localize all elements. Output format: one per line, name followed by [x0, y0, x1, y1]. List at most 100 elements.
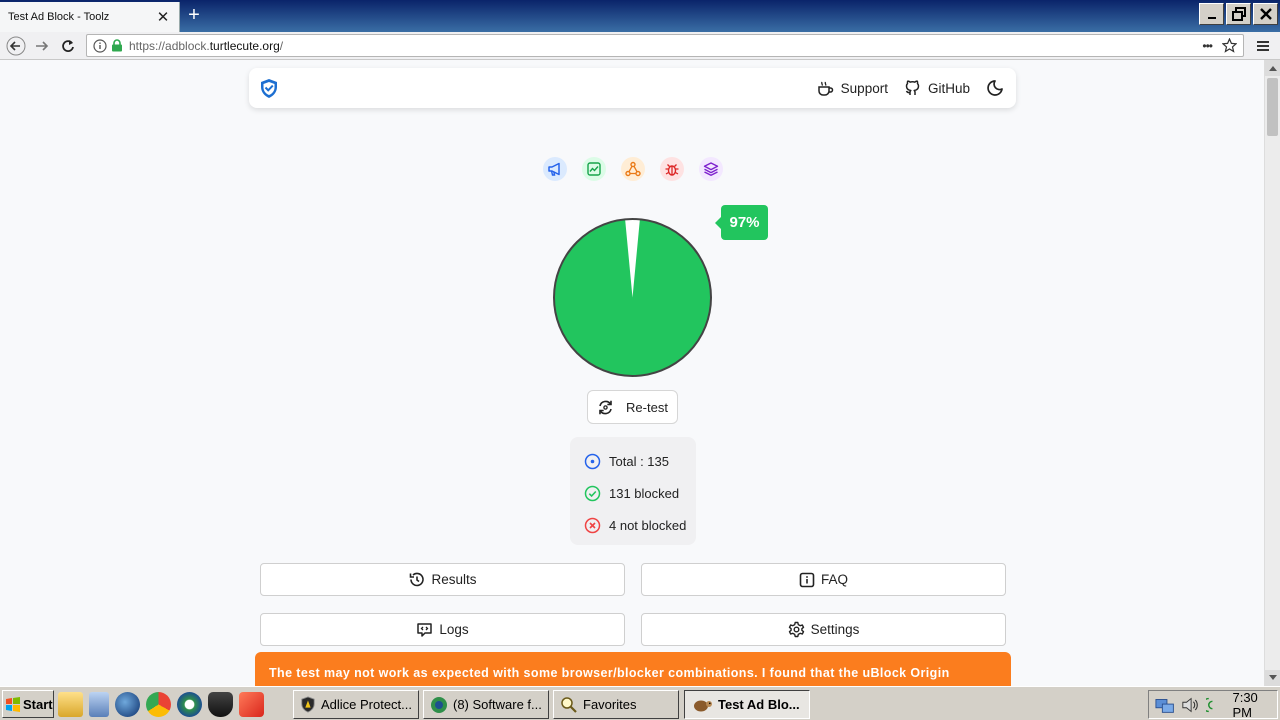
category-mix[interactable] [699, 157, 723, 181]
connection-icon[interactable] [1205, 695, 1219, 715]
chrome-icon[interactable] [146, 692, 171, 717]
faq-button[interactable]: FAQ [641, 563, 1006, 596]
category-ads[interactable] [543, 157, 567, 181]
megaphone-icon [548, 162, 560, 176]
github-link[interactable]: GitHub [904, 79, 970, 97]
moon-icon [987, 80, 1003, 96]
reload-icon [62, 40, 74, 52]
restore-button[interactable] [1226, 3, 1251, 25]
stat-total-label: Total : 135 [609, 453, 669, 469]
task-adblock-label: Test Ad Blo... [718, 697, 800, 712]
scroll-down-button[interactable] [1265, 670, 1280, 686]
stat-not-blocked: 4 not blocked [584, 509, 696, 541]
turtle-icon [694, 700, 712, 711]
stat-total: Total : 135 [584, 445, 696, 477]
task-favorites[interactable]: Favorites [553, 690, 679, 719]
folder-icon[interactable] [58, 692, 83, 717]
x-circle-icon [584, 517, 601, 533]
logs-label: Logs [439, 622, 469, 637]
start-label: Start [23, 696, 53, 712]
block-rate-pie [553, 218, 712, 377]
task-adblock-test[interactable]: Test Ad Blo... [684, 690, 810, 719]
volume-icon[interactable] [1181, 695, 1199, 715]
target-icon [584, 453, 601, 469]
code-message-icon [417, 623, 433, 637]
restore-icon [1231, 7, 1246, 21]
support-label: Support [840, 80, 888, 96]
support-link[interactable]: Support [817, 80, 888, 97]
github-label: GitHub [927, 80, 970, 96]
retest-label: Re-test [626, 399, 668, 415]
compatibility-warning: The test may not work as expected with s… [255, 652, 1011, 686]
network-icon [625, 161, 641, 177]
globe-task-icon [431, 696, 447, 713]
logs-button[interactable]: Logs [260, 613, 625, 646]
percent-badge: 97% [715, 205, 768, 240]
clock: 7:30 PM [1232, 689, 1258, 720]
retest-button[interactable]: Re-test [587, 390, 678, 424]
settings-label: Settings [810, 622, 860, 637]
window-title-bar: Test Ad Block - Toolz ✕ + [0, 0, 1280, 32]
network-status-icon[interactable] [1155, 695, 1175, 715]
browser-globe-icon[interactable] [115, 692, 140, 717]
caret-up-icon [1269, 66, 1277, 71]
task-adlice[interactable]: Adlice Protect... [293, 690, 419, 719]
quick-launch [58, 692, 264, 717]
new-tab-button[interactable]: + [184, 4, 204, 26]
adlice-shield-icon [301, 696, 315, 713]
minimize-button[interactable] [1199, 3, 1224, 25]
stats-panel: Total : 135 131 blocked 4 not blocked [570, 437, 696, 545]
results-button[interactable]: Results [260, 563, 625, 596]
task-adlice-label: Adlice Protect... [320, 697, 412, 712]
bookmark-star-icon[interactable] [1222, 38, 1237, 53]
forward-button[interactable] [31, 35, 53, 57]
stat-blocked-label: 131 blocked [609, 485, 680, 501]
category-social[interactable] [621, 157, 645, 181]
page-actions-icon[interactable]: ••• [1202, 39, 1213, 53]
tab-close-icon[interactable]: ✕ [155, 8, 171, 26]
category-analytics[interactable] [582, 157, 606, 181]
close-window-button[interactable] [1253, 3, 1278, 25]
layers-icon [703, 162, 719, 176]
back-button[interactable] [5, 35, 27, 57]
stat-not-blocked-label: 4 not blocked [609, 517, 687, 533]
category-error-trackers[interactable] [660, 157, 684, 181]
back-arrow-icon [6, 36, 26, 56]
scroll-up-button[interactable] [1265, 60, 1280, 76]
reload-button[interactable] [57, 35, 79, 57]
hamburger-menu-icon[interactable] [1256, 39, 1270, 53]
cleaner-icon[interactable] [239, 692, 264, 717]
taskbar: Start Adlice Protect... (8) Software f..… [0, 686, 1280, 720]
forward-arrow-icon [36, 41, 49, 51]
history-icon [410, 572, 425, 587]
shield-logo-icon[interactable] [259, 78, 279, 99]
github-icon [905, 79, 920, 95]
task-software[interactable]: (8) Software f... [423, 690, 549, 719]
info-square-icon [799, 572, 815, 587]
start-button[interactable]: Start [2, 690, 54, 718]
shield-app-icon[interactable] [208, 692, 233, 717]
settings-button[interactable]: Settings [641, 613, 1006, 646]
calculator-icon[interactable] [89, 692, 109, 717]
info-icon[interactable] [93, 38, 107, 53]
system-tray: 7:30 PM [1148, 689, 1278, 720]
bug-icon [665, 164, 679, 176]
coffee-cup-icon [817, 81, 833, 96]
globe-icon[interactable] [177, 692, 202, 717]
theme-toggle-button[interactable] [986, 79, 1004, 97]
close-icon [1259, 8, 1272, 20]
url-path: / [279, 38, 284, 53]
line-chart-icon [587, 162, 601, 176]
url-host: turtlecute.org [209, 38, 280, 53]
windows-logo-icon [6, 696, 20, 712]
browser-toolbar: https://adblock. turtlecute.org / ••• [0, 32, 1280, 60]
category-icons [543, 157, 723, 181]
minimize-icon [1207, 17, 1216, 19]
task-software-label: (8) Software f... [453, 697, 542, 712]
address-bar[interactable]: https://adblock. turtlecute.org / ••• [86, 34, 1244, 57]
page-scrollbar[interactable] [1264, 60, 1280, 686]
browser-tab[interactable]: Test Ad Block - Toolz ✕ [0, 2, 180, 32]
scroll-thumb[interactable] [1267, 78, 1278, 136]
page-viewport: Support GitHub 97% Re-test Total: 135 1… [0, 60, 1264, 686]
lock-icon [112, 39, 122, 52]
